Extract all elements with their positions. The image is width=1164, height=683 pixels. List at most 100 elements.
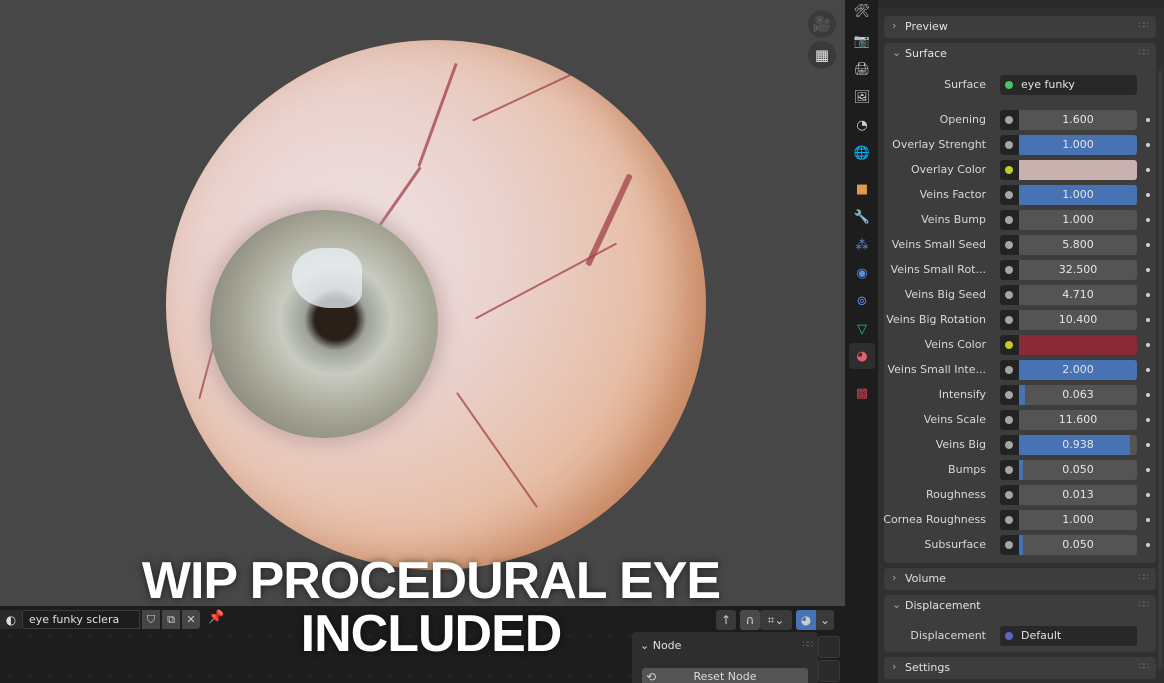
veins-big-seed-field[interactable]: 4.710	[1019, 285, 1137, 305]
physics-tab[interactable]: ◉	[851, 262, 873, 284]
keyframe-dot-icon[interactable]	[1146, 268, 1150, 272]
chevron-right-icon: ›	[892, 660, 897, 673]
constraints-tab[interactable]: ⊚	[851, 290, 873, 312]
veins-big-rotation-field[interactable]: 10.400	[1019, 310, 1137, 330]
drag-handle-icon[interactable]: ∷∷	[1139, 662, 1150, 672]
modifier-tab[interactable]: 🔧	[851, 206, 873, 228]
socket-link-button[interactable]	[1000, 185, 1019, 205]
drag-handle-icon[interactable]: ∷∷	[1139, 21, 1150, 31]
intensify-field[interactable]: 0.063	[1019, 385, 1137, 405]
keyframe-dot-icon[interactable]	[1146, 193, 1150, 197]
properties-scrollbar[interactable]	[1158, 70, 1162, 670]
sidebar-tab-tool[interactable]	[818, 660, 840, 682]
reset-node-button[interactable]: ⟲ Reset Node	[642, 668, 808, 683]
keyframe-dot-icon[interactable]	[1146, 318, 1150, 322]
socket-link-button[interactable]	[1000, 460, 1019, 480]
socket-link-button[interactable]	[1000, 385, 1019, 405]
veins-bump-field[interactable]: 1.000	[1019, 210, 1137, 230]
keyframe-dot-icon[interactable]	[1146, 468, 1150, 472]
socket-link-button[interactable]	[1000, 435, 1019, 455]
data-tab[interactable]: ▽	[851, 318, 873, 340]
veins-factor-field[interactable]: 1.000	[1019, 185, 1137, 205]
shader-socket-icon	[1005, 81, 1013, 89]
panel-preview[interactable]: › Preview ∷∷	[884, 16, 1156, 38]
socket-link-button[interactable]	[1000, 110, 1019, 130]
object-tab[interactable]: ■	[851, 178, 873, 200]
overlay-color-field[interactable]	[1019, 160, 1137, 180]
keyframe-dot-icon[interactable]	[1146, 518, 1150, 522]
texture-tab[interactable]: ▩	[851, 382, 873, 404]
drag-handle-icon[interactable]: ∷∷	[1139, 573, 1150, 583]
socket-link-button[interactable]	[1000, 410, 1019, 430]
cornea-roughness-field[interactable]: 1.000	[1019, 510, 1137, 530]
socket-link-button[interactable]	[1000, 210, 1019, 230]
socket-link-button[interactable]	[1000, 310, 1019, 330]
panel-surface-header[interactable]: ⌄ Surface ∷∷	[884, 43, 1156, 65]
tool-icon: 🛠	[853, 3, 871, 19]
panel-volume[interactable]: › Volume ∷∷	[884, 568, 1156, 590]
socket-link-button[interactable]	[1000, 510, 1019, 530]
keyframe-dot-icon[interactable]	[1146, 243, 1150, 247]
keyframe-dot-icon[interactable]	[1146, 168, 1150, 172]
keyframe-dot-icon[interactable]	[1146, 118, 1150, 122]
keyframe-dot-icon[interactable]	[1146, 418, 1150, 422]
socket-link-button[interactable]	[1000, 360, 1019, 380]
socket-link-button[interactable]	[1000, 135, 1019, 155]
socket-icon	[1005, 141, 1013, 149]
veins-small-seed-field[interactable]: 5.800	[1019, 235, 1137, 255]
world-tab[interactable]: 🌐	[851, 142, 873, 164]
input-row: Veins Big Rotation 10.400	[884, 310, 1156, 330]
veins-color-field[interactable]	[1019, 335, 1137, 355]
chevron-down-icon: ⌄	[892, 46, 902, 59]
particles-icon: ⁂	[855, 237, 869, 253]
keyframe-dot-icon[interactable]	[1146, 293, 1150, 297]
socket-icon	[1005, 291, 1013, 299]
socket-icon	[1005, 541, 1013, 549]
ortho-grid-button[interactable]: ▦	[808, 41, 836, 69]
veins-big-field[interactable]: 0.938	[1019, 435, 1137, 455]
subsurface-field[interactable]: 0.050	[1019, 535, 1137, 555]
opening-field[interactable]: 1.600	[1019, 110, 1137, 130]
keyframe-dot-icon[interactable]	[1146, 443, 1150, 447]
keyframe-dot-icon[interactable]	[1146, 393, 1150, 397]
keyframe-dot-icon[interactable]	[1146, 493, 1150, 497]
socket-link-button[interactable]	[1000, 285, 1019, 305]
socket-link-button[interactable]	[1000, 485, 1019, 505]
roughness-field[interactable]: 0.013	[1019, 485, 1137, 505]
socket-link-button[interactable]	[1000, 335, 1019, 355]
panel-settings[interactable]: › Settings ∷∷	[884, 657, 1156, 679]
keyframe-dot-icon[interactable]	[1146, 218, 1150, 222]
material-tab[interactable]: ◕	[849, 343, 875, 369]
socket-icon	[1005, 216, 1013, 224]
output-tab[interactable]: 🖨	[851, 58, 873, 80]
input-label: Veins Small Seed	[891, 238, 986, 251]
input-label: Roughness	[925, 488, 986, 501]
socket-link-button[interactable]	[1000, 235, 1019, 255]
veins-small-rot-field[interactable]: 32.500	[1019, 260, 1137, 280]
veins-scale-field[interactable]: 11.600	[1019, 410, 1137, 430]
displacement-selector[interactable]: Default	[1000, 626, 1137, 646]
keyframe-dot-icon[interactable]	[1146, 143, 1150, 147]
drag-handle-icon[interactable]: ∷∷	[1139, 48, 1150, 58]
tool-tab[interactable]: 🛠	[851, 0, 873, 22]
drag-handle-icon[interactable]: ∷∷	[1139, 600, 1150, 610]
keyframe-dot-icon[interactable]	[1146, 343, 1150, 347]
keyframe-dot-icon[interactable]	[1146, 368, 1150, 372]
particles-tab[interactable]: ⁂	[851, 234, 873, 256]
view-layer-tab[interactable]: 🖼	[851, 86, 873, 108]
socket-link-button[interactable]	[1000, 260, 1019, 280]
socket-link-button[interactable]	[1000, 160, 1019, 180]
panel-displacement-header[interactable]: ⌄ Displacement ∷∷	[884, 595, 1156, 617]
surface-shader-selector[interactable]: eye funky	[1000, 75, 1137, 95]
socket-link-button[interactable]	[1000, 535, 1019, 555]
3d-viewport[interactable]: 🎥 ▦	[0, 0, 845, 606]
veins-small-inte-field[interactable]: 2.000	[1019, 360, 1137, 380]
input-label: Veins Big	[935, 438, 986, 451]
scene-tab[interactable]: ◔	[851, 114, 873, 136]
camera-view-button[interactable]: 🎥	[808, 10, 836, 38]
overlay-strenght-field[interactable]: 1.000	[1019, 135, 1137, 155]
bumps-field[interactable]: 0.050	[1019, 460, 1137, 480]
input-value: 1.000	[1062, 213, 1094, 226]
keyframe-dot-icon[interactable]	[1146, 543, 1150, 547]
render-tab[interactable]: 📷	[851, 30, 873, 52]
